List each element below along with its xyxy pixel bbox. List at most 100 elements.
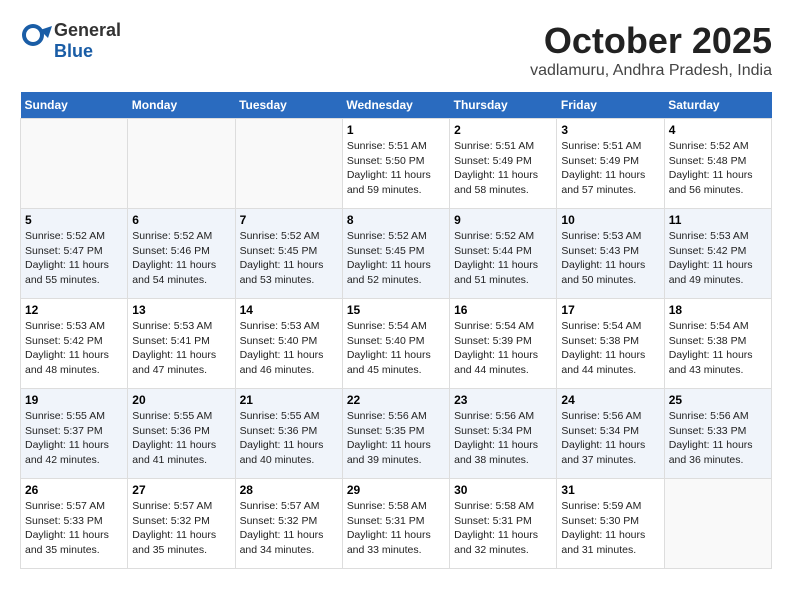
day-number: 29 [347, 483, 445, 497]
calendar-cell: 26 Sunrise: 5:57 AM Sunset: 5:33 PM Dayli… [21, 479, 128, 569]
calendar-cell: 14 Sunrise: 5:53 AM Sunset: 5:40 PM Dayli… [235, 299, 342, 389]
calendar-cell: 25 Sunrise: 5:56 AM Sunset: 5:33 PM Dayli… [664, 389, 771, 479]
calendar-cell [664, 479, 771, 569]
day-info: Sunrise: 5:51 AM Sunset: 5:49 PM Dayligh… [561, 139, 659, 198]
day-number: 23 [454, 393, 552, 407]
day-info: Sunrise: 5:54 AM Sunset: 5:39 PM Dayligh… [454, 319, 552, 378]
calendar-cell: 30 Sunrise: 5:58 AM Sunset: 5:31 PM Dayli… [450, 479, 557, 569]
day-info: Sunrise: 5:54 AM Sunset: 5:38 PM Dayligh… [561, 319, 659, 378]
day-number: 12 [25, 303, 123, 317]
day-info: Sunrise: 5:53 AM Sunset: 5:42 PM Dayligh… [25, 319, 123, 378]
calendar-cell [128, 119, 235, 209]
header-subtitle: vadlamuru, Andhra Pradesh, India [530, 62, 772, 80]
day-info: Sunrise: 5:55 AM Sunset: 5:36 PM Dayligh… [240, 409, 338, 468]
header-day-monday: Monday [128, 92, 235, 119]
logo-general: General [54, 20, 121, 40]
day-info: Sunrise: 5:51 AM Sunset: 5:50 PM Dayligh… [347, 139, 445, 198]
day-number: 27 [132, 483, 230, 497]
day-info: Sunrise: 5:55 AM Sunset: 5:36 PM Dayligh… [132, 409, 230, 468]
day-number: 16 [454, 303, 552, 317]
calendar-week-row: 5Sunrise: 5:52 AM Sunset: 5:47 PM Daylig… [21, 209, 772, 299]
day-number: 11 [669, 213, 767, 227]
day-info: Sunrise: 5:52 AM Sunset: 5:46 PM Dayligh… [132, 229, 230, 288]
day-info: Sunrise: 5:57 AM Sunset: 5:33 PM Dayligh… [25, 499, 123, 558]
calendar-cell: 10 Sunrise: 5:53 AM Sunset: 5:43 PM Dayli… [557, 209, 664, 299]
day-info: Sunrise: 5:52 AM Sunset: 5:45 PM Dayligh… [240, 229, 338, 288]
day-info: Sunrise: 5:56 AM Sunset: 5:33 PM Dayligh… [669, 409, 767, 468]
day-info: Sunrise: 5:58 AM Sunset: 5:31 PM Dayligh… [347, 499, 445, 558]
day-info: Sunrise: 5:52 AM Sunset: 5:47 PM Dayligh… [25, 229, 123, 288]
calendar-cell: 5Sunrise: 5:52 AM Sunset: 5:47 PM Daylig… [21, 209, 128, 299]
calendar-cell: 31Sunrise: 5:59 AM Sunset: 5:30 PM Dayli… [557, 479, 664, 569]
day-number: 26 [25, 483, 123, 497]
logo-text: General Blue [54, 20, 121, 62]
calendar-cell: 28 Sunrise: 5:57 AM Sunset: 5:32 PM Dayli… [235, 479, 342, 569]
day-info: Sunrise: 5:52 AM Sunset: 5:45 PM Dayligh… [347, 229, 445, 288]
header-day-saturday: Saturday [664, 92, 771, 119]
day-info: Sunrise: 5:52 AM Sunset: 5:44 PM Dayligh… [454, 229, 552, 288]
calendar-week-row: 12 Sunrise: 5:53 AM Sunset: 5:42 PM Dayli… [21, 299, 772, 389]
day-number: 8 [347, 213, 445, 227]
day-number: 3 [561, 123, 659, 137]
day-number: 20 [132, 393, 230, 407]
calendar-cell: 2Sunrise: 5:51 AM Sunset: 5:49 PM Daylig… [450, 119, 557, 209]
calendar-cell: 21Sunrise: 5:55 AM Sunset: 5:36 PM Dayli… [235, 389, 342, 479]
day-info: Sunrise: 5:59 AM Sunset: 5:30 PM Dayligh… [561, 499, 659, 558]
logo-icon [20, 22, 52, 60]
day-info: Sunrise: 5:54 AM Sunset: 5:38 PM Dayligh… [669, 319, 767, 378]
calendar-week-row: 19 Sunrise: 5:55 AM Sunset: 5:37 PM Dayli… [21, 389, 772, 479]
calendar-cell: 16 Sunrise: 5:54 AM Sunset: 5:39 PM Dayli… [450, 299, 557, 389]
calendar-cell: 6 Sunrise: 5:52 AM Sunset: 5:46 PM Daylig… [128, 209, 235, 299]
day-number: 4 [669, 123, 767, 137]
calendar-cell: 1 Sunrise: 5:51 AM Sunset: 5:50 PM Daylig… [342, 119, 449, 209]
day-number: 22 [347, 393, 445, 407]
calendar-cell: 8 Sunrise: 5:52 AM Sunset: 5:45 PM Daylig… [342, 209, 449, 299]
day-number: 25 [669, 393, 767, 407]
calendar-cell: 11 Sunrise: 5:53 AM Sunset: 5:42 PM Dayli… [664, 209, 771, 299]
calendar-table: SundayMondayTuesdayWednesdayThursdayFrid… [20, 92, 772, 569]
day-number: 17 [561, 303, 659, 317]
day-number: 6 [132, 213, 230, 227]
day-number: 13 [132, 303, 230, 317]
day-number: 30 [454, 483, 552, 497]
calendar-cell: 4Sunrise: 5:52 AM Sunset: 5:48 PM Daylig… [664, 119, 771, 209]
calendar-cell: 15Sunrise: 5:54 AM Sunset: 5:40 PM Dayli… [342, 299, 449, 389]
day-info: Sunrise: 5:53 AM Sunset: 5:43 PM Dayligh… [561, 229, 659, 288]
day-info: Sunrise: 5:56 AM Sunset: 5:34 PM Dayligh… [561, 409, 659, 468]
day-info: Sunrise: 5:53 AM Sunset: 5:40 PM Dayligh… [240, 319, 338, 378]
day-info: Sunrise: 5:56 AM Sunset: 5:35 PM Dayligh… [347, 409, 445, 468]
calendar-cell: 17 Sunrise: 5:54 AM Sunset: 5:38 PM Dayli… [557, 299, 664, 389]
logo: General Blue [20, 20, 121, 62]
calendar-cell: 19 Sunrise: 5:55 AM Sunset: 5:37 PM Dayli… [21, 389, 128, 479]
header-day-thursday: Thursday [450, 92, 557, 119]
day-number: 9 [454, 213, 552, 227]
day-number: 10 [561, 213, 659, 227]
header-day-wednesday: Wednesday [342, 92, 449, 119]
calendar-cell: 3 Sunrise: 5:51 AM Sunset: 5:49 PM Daylig… [557, 119, 664, 209]
calendar-header-row: SundayMondayTuesdayWednesdayThursdayFrid… [21, 92, 772, 119]
day-number: 28 [240, 483, 338, 497]
calendar-cell [21, 119, 128, 209]
day-info: Sunrise: 5:53 AM Sunset: 5:42 PM Dayligh… [669, 229, 767, 288]
day-number: 15 [347, 303, 445, 317]
day-number: 24 [561, 393, 659, 407]
calendar-cell: 22 Sunrise: 5:56 AM Sunset: 5:35 PM Dayli… [342, 389, 449, 479]
logo-blue: Blue [54, 41, 93, 61]
day-info: Sunrise: 5:55 AM Sunset: 5:37 PM Dayligh… [25, 409, 123, 468]
day-number: 14 [240, 303, 338, 317]
calendar-cell: 20 Sunrise: 5:55 AM Sunset: 5:36 PM Dayli… [128, 389, 235, 479]
header-day-tuesday: Tuesday [235, 92, 342, 119]
day-number: 19 [25, 393, 123, 407]
day-info: Sunrise: 5:58 AM Sunset: 5:31 PM Dayligh… [454, 499, 552, 558]
day-number: 1 [347, 123, 445, 137]
calendar-cell: 7Sunrise: 5:52 AM Sunset: 5:45 PM Daylig… [235, 209, 342, 299]
calendar-cell [235, 119, 342, 209]
calendar-cell: 13Sunrise: 5:53 AM Sunset: 5:41 PM Dayli… [128, 299, 235, 389]
calendar-cell: 9 Sunrise: 5:52 AM Sunset: 5:44 PM Daylig… [450, 209, 557, 299]
header-day-sunday: Sunday [21, 92, 128, 119]
day-info: Sunrise: 5:56 AM Sunset: 5:34 PM Dayligh… [454, 409, 552, 468]
day-info: Sunrise: 5:57 AM Sunset: 5:32 PM Dayligh… [240, 499, 338, 558]
calendar-cell: 12 Sunrise: 5:53 AM Sunset: 5:42 PM Dayli… [21, 299, 128, 389]
calendar-cell: 18Sunrise: 5:54 AM Sunset: 5:38 PM Dayli… [664, 299, 771, 389]
calendar-cell: 27Sunrise: 5:57 AM Sunset: 5:32 PM Dayli… [128, 479, 235, 569]
